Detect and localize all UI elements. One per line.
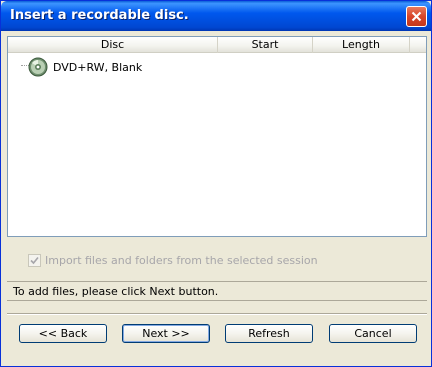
check-icon <box>30 256 39 264</box>
insert-disc-dialog: Insert a recordable disc. Disc Start Len… <box>0 0 432 367</box>
disc-list[interactable]: Disc Start Length DVD+RW, Blank <box>7 36 427 237</box>
import-checkbox <box>28 253 41 267</box>
back-button[interactable]: << Back <box>19 324 107 343</box>
status-text: To add files, please click Next button. <box>13 285 219 298</box>
list-item-label: DVD+RW, Blank <box>53 60 143 74</box>
import-checkbox-label: Import files and folders from the select… <box>45 253 318 267</box>
divider <box>7 313 427 315</box>
column-header-start[interactable]: Start <box>218 37 313 53</box>
next-button[interactable]: Next >> <box>122 324 210 343</box>
dialog-title: Insert a recordable disc. <box>10 8 189 23</box>
status-bar: To add files, please click Next button. <box>7 281 427 301</box>
list-item[interactable]: DVD+RW, Blank <box>28 56 142 78</box>
list-header: Disc Start Length <box>8 37 426 53</box>
disc-icon <box>28 57 48 77</box>
title-bar[interactable]: Insert a recordable disc. <box>1 1 431 31</box>
close-icon <box>411 11 422 22</box>
close-button[interactable] <box>406 6 427 27</box>
refresh-button[interactable]: Refresh <box>225 324 313 343</box>
cancel-button[interactable]: Cancel <box>329 324 417 343</box>
column-header-disc[interactable]: Disc <box>8 37 218 53</box>
column-header-length[interactable]: Length <box>313 37 410 53</box>
import-option: Import files and folders from the select… <box>28 253 318 267</box>
